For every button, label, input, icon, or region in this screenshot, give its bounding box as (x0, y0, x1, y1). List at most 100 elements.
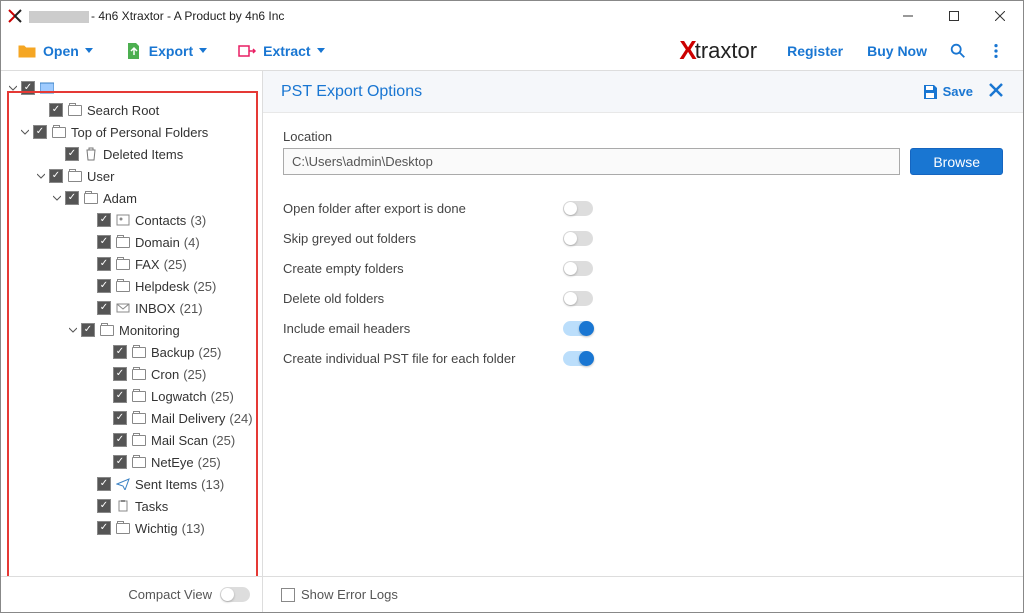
close-panel-button[interactable] (987, 81, 1005, 102)
tree-item-domain[interactable]: Domain(4) (3, 231, 262, 253)
collapse-icon[interactable] (19, 126, 31, 138)
extract-button[interactable]: Extract (229, 37, 332, 65)
search-icon[interactable] (947, 40, 969, 62)
tree-item-inbox[interactable]: INBOX(21) (3, 297, 262, 319)
contacts-icon (115, 213, 131, 227)
tree-item-cron[interactable]: Cron(25) (3, 363, 262, 385)
collapse-icon[interactable] (7, 82, 19, 94)
option-include-headers-toggle[interactable] (563, 321, 593, 336)
folder-icon (115, 279, 131, 293)
checkbox[interactable] (81, 323, 95, 337)
tree-item-deleted[interactable]: Deleted Items (3, 143, 262, 165)
collapse-icon[interactable] (67, 324, 79, 336)
option-skip-greyed-label: Skip greyed out folders (283, 231, 563, 246)
panel-title: PST Export Options (281, 83, 921, 101)
option-individual-pst-label: Create individual PST file for each fold… (283, 351, 563, 366)
tree-item-adam[interactable]: Adam (3, 187, 262, 209)
option-delete-old-label: Delete old folders (283, 291, 563, 306)
folder-icon (131, 411, 147, 425)
compact-view-toggle[interactable] (220, 587, 250, 602)
tree-item-logwatch[interactable]: Logwatch(25) (3, 385, 262, 407)
folder-icon (115, 521, 131, 535)
folder-icon (131, 367, 147, 381)
save-button[interactable]: Save (921, 83, 973, 101)
folder-icon (51, 125, 67, 139)
minimize-button[interactable] (885, 1, 931, 31)
option-create-empty-toggle[interactable] (563, 261, 593, 276)
tree-item-top-personal[interactable]: Top of Personal Folders (3, 121, 262, 143)
export-options-panel: PST Export Options Save Location C:\User… (263, 71, 1023, 612)
more-menu-icon[interactable] (985, 40, 1007, 62)
option-open-folder-toggle[interactable] (563, 201, 593, 216)
tree-item-backup[interactable]: Backup(25) (3, 341, 262, 363)
location-input[interactable]: C:\Users\admin\Desktop (283, 148, 900, 175)
tree-item-mail-delivery[interactable]: Mail Delivery(24) (3, 407, 262, 429)
checkbox[interactable] (97, 213, 111, 227)
checkbox[interactable] (49, 103, 63, 117)
folder-icon (131, 455, 147, 469)
trash-icon (83, 147, 99, 161)
checkbox[interactable] (65, 191, 79, 205)
window-title: - 4n6 Xtraxtor - A Product by 4n6 Inc (29, 9, 885, 23)
checkbox[interactable] (97, 521, 111, 535)
checkbox[interactable] (97, 477, 111, 491)
option-create-empty-label: Create empty folders (283, 261, 563, 276)
tree-item-fax[interactable]: FAX(25) (3, 253, 262, 275)
inbox-icon (115, 301, 131, 315)
checkbox[interactable] (33, 125, 47, 139)
checkbox[interactable] (113, 455, 127, 469)
tree-item-mail-scan[interactable]: Mail Scan(25) (3, 429, 262, 451)
maximize-button[interactable] (931, 1, 977, 31)
checkbox[interactable] (65, 147, 79, 161)
mail-root-icon (39, 81, 55, 95)
show-error-logs-checkbox[interactable] (281, 588, 295, 602)
register-link[interactable]: Register (787, 43, 843, 59)
checkbox[interactable] (49, 169, 63, 183)
folder-icon (67, 169, 83, 183)
tree-item-sent[interactable]: Sent Items(13) (3, 473, 262, 495)
folder-icon (67, 103, 83, 117)
export-button[interactable]: Export (115, 37, 215, 65)
tree-item-search-root[interactable]: Search Root (3, 99, 262, 121)
tree-item-helpdesk[interactable]: Helpdesk(25) (3, 275, 262, 297)
folder-icon (131, 389, 147, 403)
checkbox[interactable] (113, 367, 127, 381)
folder-icon (131, 433, 147, 447)
checkbox[interactable] (97, 235, 111, 249)
redacted-text (59, 83, 109, 93)
tree-item-monitoring[interactable]: Monitoring (3, 319, 262, 341)
collapse-icon[interactable] (51, 192, 63, 204)
tree-item-user[interactable]: User (3, 165, 262, 187)
open-button[interactable]: Open (9, 37, 101, 65)
checkbox[interactable] (97, 257, 111, 271)
close-window-button[interactable] (977, 1, 1023, 31)
option-skip-greyed-toggle[interactable] (563, 231, 593, 246)
buy-now-link[interactable]: Buy Now (867, 43, 927, 59)
show-error-logs-label: Show Error Logs (301, 587, 398, 602)
option-delete-old-toggle[interactable] (563, 291, 593, 306)
checkbox[interactable] (113, 389, 127, 403)
option-individual-pst-toggle[interactable] (563, 351, 593, 366)
tree-item-contacts[interactable]: Contacts(3) (3, 209, 262, 231)
extract-icon (237, 41, 257, 61)
checkbox[interactable] (113, 345, 127, 359)
tree-root[interactable] (3, 77, 262, 99)
checkbox[interactable] (97, 499, 111, 513)
collapse-icon[interactable] (35, 170, 47, 182)
window-titlebar: - 4n6 Xtraxtor - A Product by 4n6 Inc (1, 1, 1023, 31)
checkbox[interactable] (97, 279, 111, 293)
tree-item-tasks[interactable]: Tasks (3, 495, 262, 517)
option-open-folder-label: Open folder after export is done (283, 201, 563, 216)
folder-icon (115, 257, 131, 271)
option-include-headers-label: Include email headers (283, 321, 563, 336)
checkbox[interactable] (113, 411, 127, 425)
checkbox[interactable] (113, 433, 127, 447)
tree-item-wichtig[interactable]: Wichtig(13) (3, 517, 262, 539)
main-toolbar: Open Export Extract Xtraxtor Register Bu… (1, 31, 1023, 71)
tree-item-neteye[interactable]: NetEye(25) (3, 451, 262, 473)
browse-button[interactable]: Browse (910, 148, 1003, 175)
checkbox[interactable] (21, 81, 35, 95)
export-file-icon (123, 41, 143, 61)
folder-icon (83, 191, 99, 205)
checkbox[interactable] (97, 301, 111, 315)
